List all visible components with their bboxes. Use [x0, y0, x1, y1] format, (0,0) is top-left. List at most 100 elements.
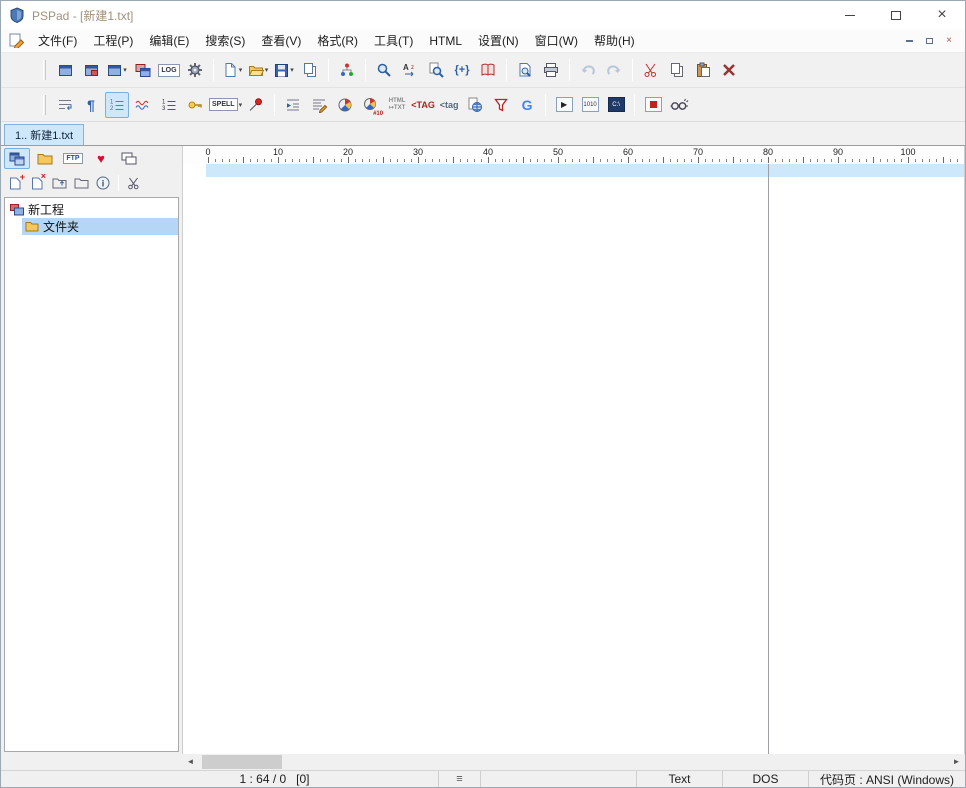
menu-view[interactable]: 查看(V) [253, 29, 309, 52]
open-file-icon[interactable]: ▾ [246, 57, 270, 83]
scroll-right-arrow-icon[interactable]: ► [948, 754, 965, 770]
panel-tab-files[interactable] [32, 148, 58, 169]
settings-gear-icon[interactable] [183, 57, 207, 83]
redo-icon[interactable] [602, 57, 626, 83]
cut-icon[interactable] [639, 57, 663, 83]
browser-preview-icon[interactable] [463, 92, 487, 118]
folder-icon [25, 221, 39, 232]
panel-tab-favorites[interactable]: ♥ [88, 148, 114, 169]
google-search-icon[interactable]: G [515, 92, 539, 118]
project-toolbar: + × i [1, 171, 182, 195]
console-icon[interactable]: C:\ [604, 92, 628, 118]
goto-line-icon[interactable]: {+} [450, 57, 474, 83]
remove-file-icon[interactable]: × [26, 173, 48, 193]
log-label: LOG [158, 64, 179, 77]
spell-check-button[interactable]: SPELL ▾ [209, 92, 242, 118]
menu-html[interactable]: HTML [421, 29, 470, 52]
menu-edit[interactable]: 编辑(E) [141, 29, 197, 52]
status-line-ending[interactable]: DOS [723, 771, 809, 787]
ruler-mark: 0 [205, 147, 210, 157]
status-highlighter-mode[interactable]: Text [637, 771, 723, 787]
document-icon [9, 33, 24, 48]
status-codepage[interactable]: 代码页 : ANSI (Windows) [809, 771, 965, 787]
add-file-icon[interactable]: + [4, 173, 26, 193]
tree-item-project-root[interactable]: 新工程 [5, 201, 178, 218]
tag-lowercase-icon[interactable]: <tag [437, 92, 461, 118]
replace-icon[interactable]: Az [398, 57, 422, 83]
ruler-mark: 50 [553, 147, 563, 157]
mdi-minimize-button[interactable] [901, 34, 917, 48]
stay-on-top-pin-icon[interactable] [244, 92, 268, 118]
close-button[interactable]: × [919, 1, 965, 29]
project-info-icon[interactable]: i [92, 173, 114, 193]
panel-tab-ftp[interactable]: FTP [60, 148, 86, 169]
minimize-button[interactable] [827, 1, 873, 29]
open-in-new-instance-icon[interactable] [79, 57, 103, 83]
delete-icon[interactable] [717, 57, 741, 83]
log-button[interactable]: LOG [157, 57, 181, 83]
menu-file[interactable]: 文件(F) [30, 29, 85, 52]
search-in-files-icon[interactable] [424, 57, 448, 83]
scroll-left-arrow-icon[interactable]: ◄ [182, 754, 199, 770]
menu-settings[interactable]: 设置(N) [470, 29, 527, 52]
new-folder-icon[interactable] [70, 173, 92, 193]
project-tools-icon[interactable] [123, 173, 145, 193]
new-editor-window-icon[interactable] [53, 57, 77, 83]
ascii-chart-icon[interactable] [333, 92, 357, 118]
mdi-restore-button[interactable] [921, 34, 937, 48]
html-validate-filter-icon[interactable] [489, 92, 513, 118]
indent-icon[interactable] [281, 92, 305, 118]
panel-tab-windows[interactable] [116, 148, 142, 169]
sort-lines-icon[interactable]: 13 [157, 92, 181, 118]
text-editor-canvas[interactable] [183, 164, 964, 754]
code-explorer-icon[interactable] [335, 57, 359, 83]
undo-icon[interactable] [576, 57, 600, 83]
show-formatting-icon[interactable]: ¶ [79, 92, 103, 118]
lock-key-icon[interactable] [183, 92, 207, 118]
tag-uppercase-icon[interactable]: <TAG [411, 92, 435, 118]
play-icon: ▶ [561, 100, 567, 109]
print-preview-icon[interactable] [513, 57, 537, 83]
paste-icon[interactable] [691, 57, 715, 83]
syntax-highlight-icon[interactable] [131, 92, 155, 118]
toolbar-grip[interactable] [43, 95, 46, 115]
menu-format[interactable]: 格式(R) [309, 29, 366, 52]
print-icon[interactable] [539, 57, 563, 83]
horizontal-scrollbar[interactable]: ◄ ► [182, 754, 965, 770]
menu-window[interactable]: 窗口(W) [527, 29, 586, 52]
number-converter-icon[interactable]: #10 [359, 92, 383, 118]
new-file-icon[interactable]: ▾ [220, 57, 244, 83]
menu-tools[interactable]: 工具(T) [366, 29, 421, 52]
copy-icon[interactable] [665, 57, 689, 83]
toolbar-grip[interactable] [43, 60, 46, 80]
record-macro-icon[interactable] [641, 92, 665, 118]
horizontal-scrollbar-row: ◄ ► [1, 754, 965, 770]
save-file-icon[interactable]: ▾ [272, 57, 296, 83]
menu-help[interactable]: 帮助(H) [586, 29, 643, 52]
view-glasses-icon[interactable] [667, 92, 691, 118]
tree-item-folder[interactable]: 文件夹 [22, 218, 178, 235]
add-folder-icon[interactable] [48, 173, 70, 193]
chevron-down-icon: ▾ [239, 101, 243, 109]
save-all-icon[interactable] [298, 57, 322, 83]
panel-tab-project[interactable] [4, 148, 30, 169]
svg-text:1: 1 [110, 99, 114, 105]
search-icon[interactable] [372, 57, 396, 83]
scrollbar-thumb[interactable] [202, 755, 282, 769]
svg-text:1: 1 [162, 99, 166, 105]
html-to-text-icon[interactable]: HTML ↦TXT [385, 92, 409, 118]
binary-file-icon[interactable]: 1010 [578, 92, 602, 118]
menu-project[interactable]: 工程(P) [85, 29, 141, 52]
window-list-dropdown[interactable]: ▾ [105, 57, 129, 83]
tab-active-file[interactable]: 1.. 新建1.txt [4, 124, 84, 145]
mdi-close-button[interactable]: × [941, 34, 957, 48]
maximize-button[interactable] [873, 1, 919, 29]
compare-files-icon[interactable] [476, 57, 500, 83]
menu-search[interactable]: 搜索(S) [197, 29, 253, 52]
scrollbar-spacer [1, 754, 182, 770]
reformat-text-icon[interactable] [307, 92, 331, 118]
word-wrap-icon[interactable] [53, 92, 77, 118]
line-numbers-icon[interactable]: 12 [105, 92, 129, 118]
run-script-icon[interactable]: ▶ [552, 92, 576, 118]
reopen-file-icon[interactable] [131, 57, 155, 83]
